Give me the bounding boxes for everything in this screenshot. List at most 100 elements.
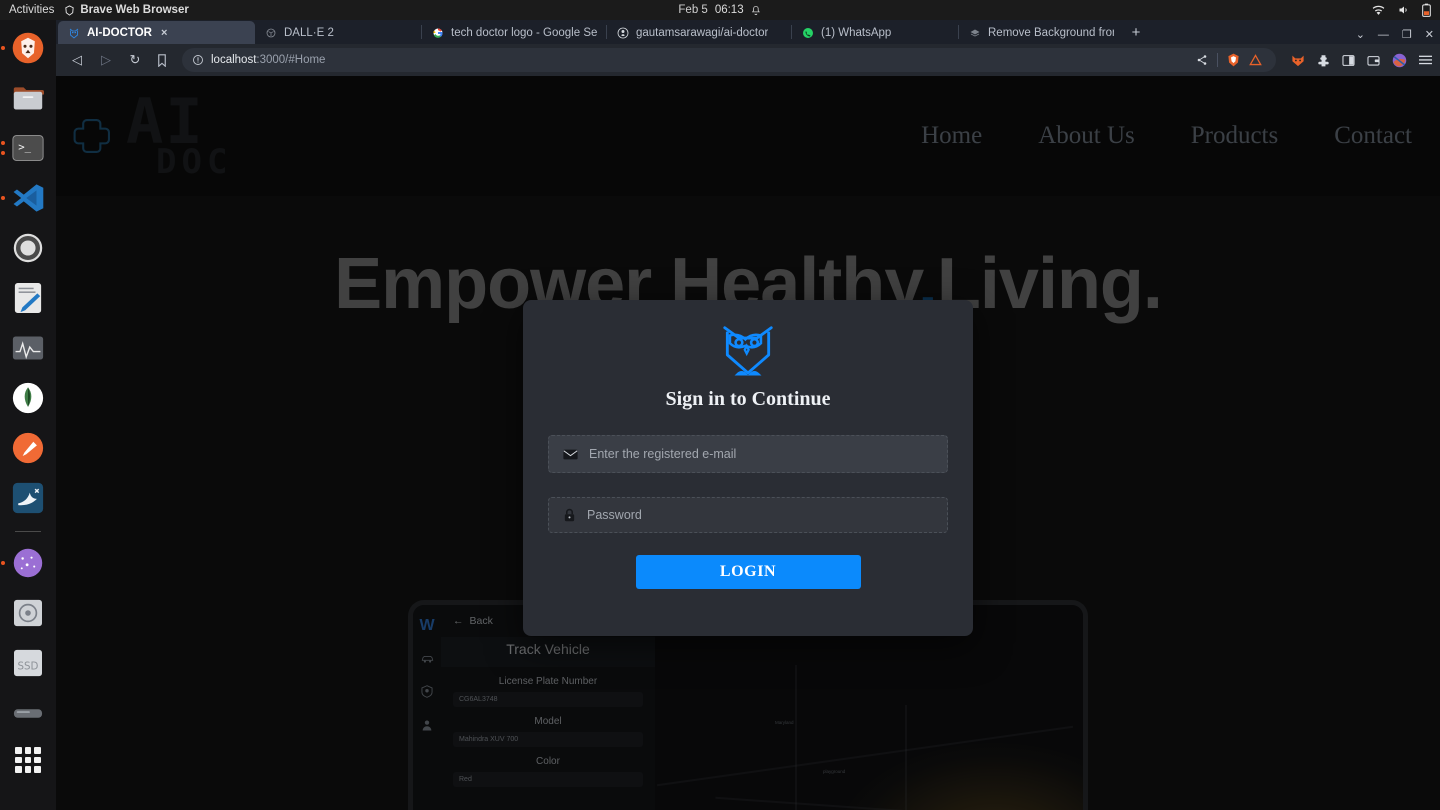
dock-item-settings[interactable]	[8, 228, 48, 268]
grid-dot	[24, 766, 32, 773]
extensions-puzzle-icon[interactable]	[1317, 54, 1330, 67]
svg-text:>_: >_	[18, 141, 31, 154]
window-controls: ⌄ — ❐ ✕	[1356, 28, 1434, 42]
volume-icon	[1399, 6, 1407, 14]
dock-item-text-editor[interactable]	[8, 278, 48, 318]
dock-item-mongodb-compass[interactable]	[8, 378, 48, 418]
activities-button[interactable]: Activities	[0, 4, 64, 16]
password-field[interactable]	[548, 497, 948, 533]
text-editor-icon	[14, 283, 42, 313]
omnibox-actions	[1196, 53, 1266, 67]
running-indicator	[1, 46, 5, 50]
tab-title: AI-DOCTOR	[87, 26, 152, 39]
grid-dot	[15, 766, 22, 773]
login-button[interactable]: LOGIN	[635, 555, 861, 589]
gnome-top-bar: Activities Brave Web Browser Feb 5 06:13	[0, 0, 1440, 20]
focused-app-indicator[interactable]: Brave Web Browser	[64, 4, 189, 16]
window-minimize-button[interactable]: —	[1378, 29, 1389, 41]
system-tray[interactable]	[1372, 3, 1431, 17]
bookmark-icon[interactable]	[151, 53, 173, 67]
dock-item-terminal[interactable]: >_	[1, 128, 48, 168]
browser-tab-whatsapp[interactable]: (1) WhatsApp	[792, 21, 958, 44]
profile-avatar[interactable]	[1392, 53, 1407, 68]
reload-button[interactable]: ↻	[122, 47, 148, 73]
running-indicator	[1, 141, 5, 145]
mongodb-icon	[12, 382, 44, 414]
dock-item-ssd-volume[interactable]: SSD	[8, 643, 48, 683]
browser-toolbar: ◁ ▷ ↻ localhost:3000/#Home	[56, 44, 1440, 76]
disk-drive-icon	[14, 599, 42, 627]
dock-item-files[interactable]	[8, 78, 48, 118]
dock-separator	[15, 531, 41, 532]
clock-time: 06:13	[714, 4, 744, 16]
show-applications-button[interactable]	[15, 747, 41, 773]
dock: >_ SSD	[0, 20, 56, 810]
menu-hamburger-icon[interactable]	[1419, 54, 1432, 66]
tab-search-button[interactable]: ⌄	[1356, 28, 1365, 41]
dock-item-usb-drive[interactable]	[8, 693, 48, 733]
system-monitor-icon	[12, 336, 44, 360]
tab-title: (1) WhatsApp	[821, 26, 892, 39]
brave-lion-icon	[65, 4, 75, 16]
gear-icon	[13, 233, 43, 263]
usb-drive-icon	[13, 709, 43, 718]
bell-icon	[752, 5, 761, 15]
dock-item-ubuntu-software[interactable]	[1, 543, 48, 583]
grid-dot	[24, 747, 32, 754]
tab-title: Remove Background from Ima	[988, 26, 1114, 39]
running-indicator	[1, 561, 5, 565]
dock-item-postman[interactable]	[8, 428, 48, 468]
browser-window: AI-DOCTOR × DALL·E 2 tech doctor logo - …	[56, 20, 1440, 810]
github-icon	[616, 26, 629, 39]
password-input[interactable]	[587, 508, 933, 522]
share-icon[interactable]	[1196, 54, 1208, 66]
window-close-button[interactable]: ✕	[1425, 28, 1434, 41]
browser-tab-github[interactable]: gautamsarawagi/ai-doctor	[607, 21, 791, 44]
url-path: :3000/#Home	[256, 54, 326, 66]
dock-item-mysql-workbench[interactable]	[8, 478, 48, 518]
address-bar[interactable]: localhost:3000/#Home	[182, 48, 1276, 72]
window-maximize-button[interactable]: ❐	[1402, 28, 1412, 41]
focused-app-label: Brave Web Browser	[80, 4, 189, 16]
new-tab-button[interactable]: +	[1123, 21, 1149, 44]
wallet-icon[interactable]	[1367, 54, 1380, 67]
dock-item-system-monitor[interactable]	[8, 328, 48, 368]
battery-icon	[1422, 3, 1431, 17]
email-input[interactable]	[589, 447, 933, 461]
browser-tab-dalle2[interactable]: DALL·E 2	[255, 21, 421, 44]
lock-icon	[563, 508, 576, 522]
info-circle-icon	[193, 55, 203, 65]
tab-strip: AI-DOCTOR × DALL·E 2 tech doctor logo - …	[56, 20, 1440, 44]
back-button[interactable]: ◁	[64, 47, 90, 73]
grid-dot	[34, 756, 41, 764]
email-field[interactable]	[548, 435, 948, 473]
brave-rewards-icon[interactable]	[1249, 54, 1262, 66]
sidebar-icon[interactable]	[1342, 54, 1355, 67]
fox-extension-icon[interactable]	[1291, 54, 1305, 67]
running-indicator-2	[1, 151, 5, 155]
grid-dot	[24, 756, 32, 764]
envelope-icon	[563, 449, 578, 460]
brave-browser-icon	[12, 32, 44, 64]
clock[interactable]: Feb 5 06:13	[678, 4, 761, 16]
brave-shields-lion-icon[interactable]	[1227, 53, 1240, 67]
dock-item-disk-drive[interactable]	[8, 593, 48, 633]
grid-dot	[15, 756, 22, 764]
svg-text:SSD: SSD	[18, 661, 39, 673]
browser-tab-google-search[interactable]: tech doctor logo - Google Sea	[422, 21, 606, 44]
browser-tab-ai-doctor[interactable]: AI-DOCTOR ×	[58, 21, 255, 44]
grid-dot	[34, 747, 41, 754]
vscode-icon	[13, 184, 44, 212]
running-indicator	[1, 196, 5, 200]
files-folder-icon	[13, 87, 44, 110]
owl-icon	[67, 26, 80, 39]
login-modal: Sign in to Continue Enter the registered…	[523, 300, 973, 636]
tab-close-button[interactable]: ×	[161, 27, 167, 39]
dock-item-brave-browser[interactable]	[1, 28, 48, 68]
dock-item-vscode[interactable]	[1, 178, 48, 218]
forward-button[interactable]: ▷	[93, 47, 119, 73]
browser-tab-remove-bg[interactable]: Remove Background from Ima	[959, 21, 1123, 44]
omnibox-divider	[1217, 53, 1218, 67]
tab-title: DALL·E 2	[284, 26, 334, 39]
clock-date: Feb 5	[678, 4, 708, 16]
